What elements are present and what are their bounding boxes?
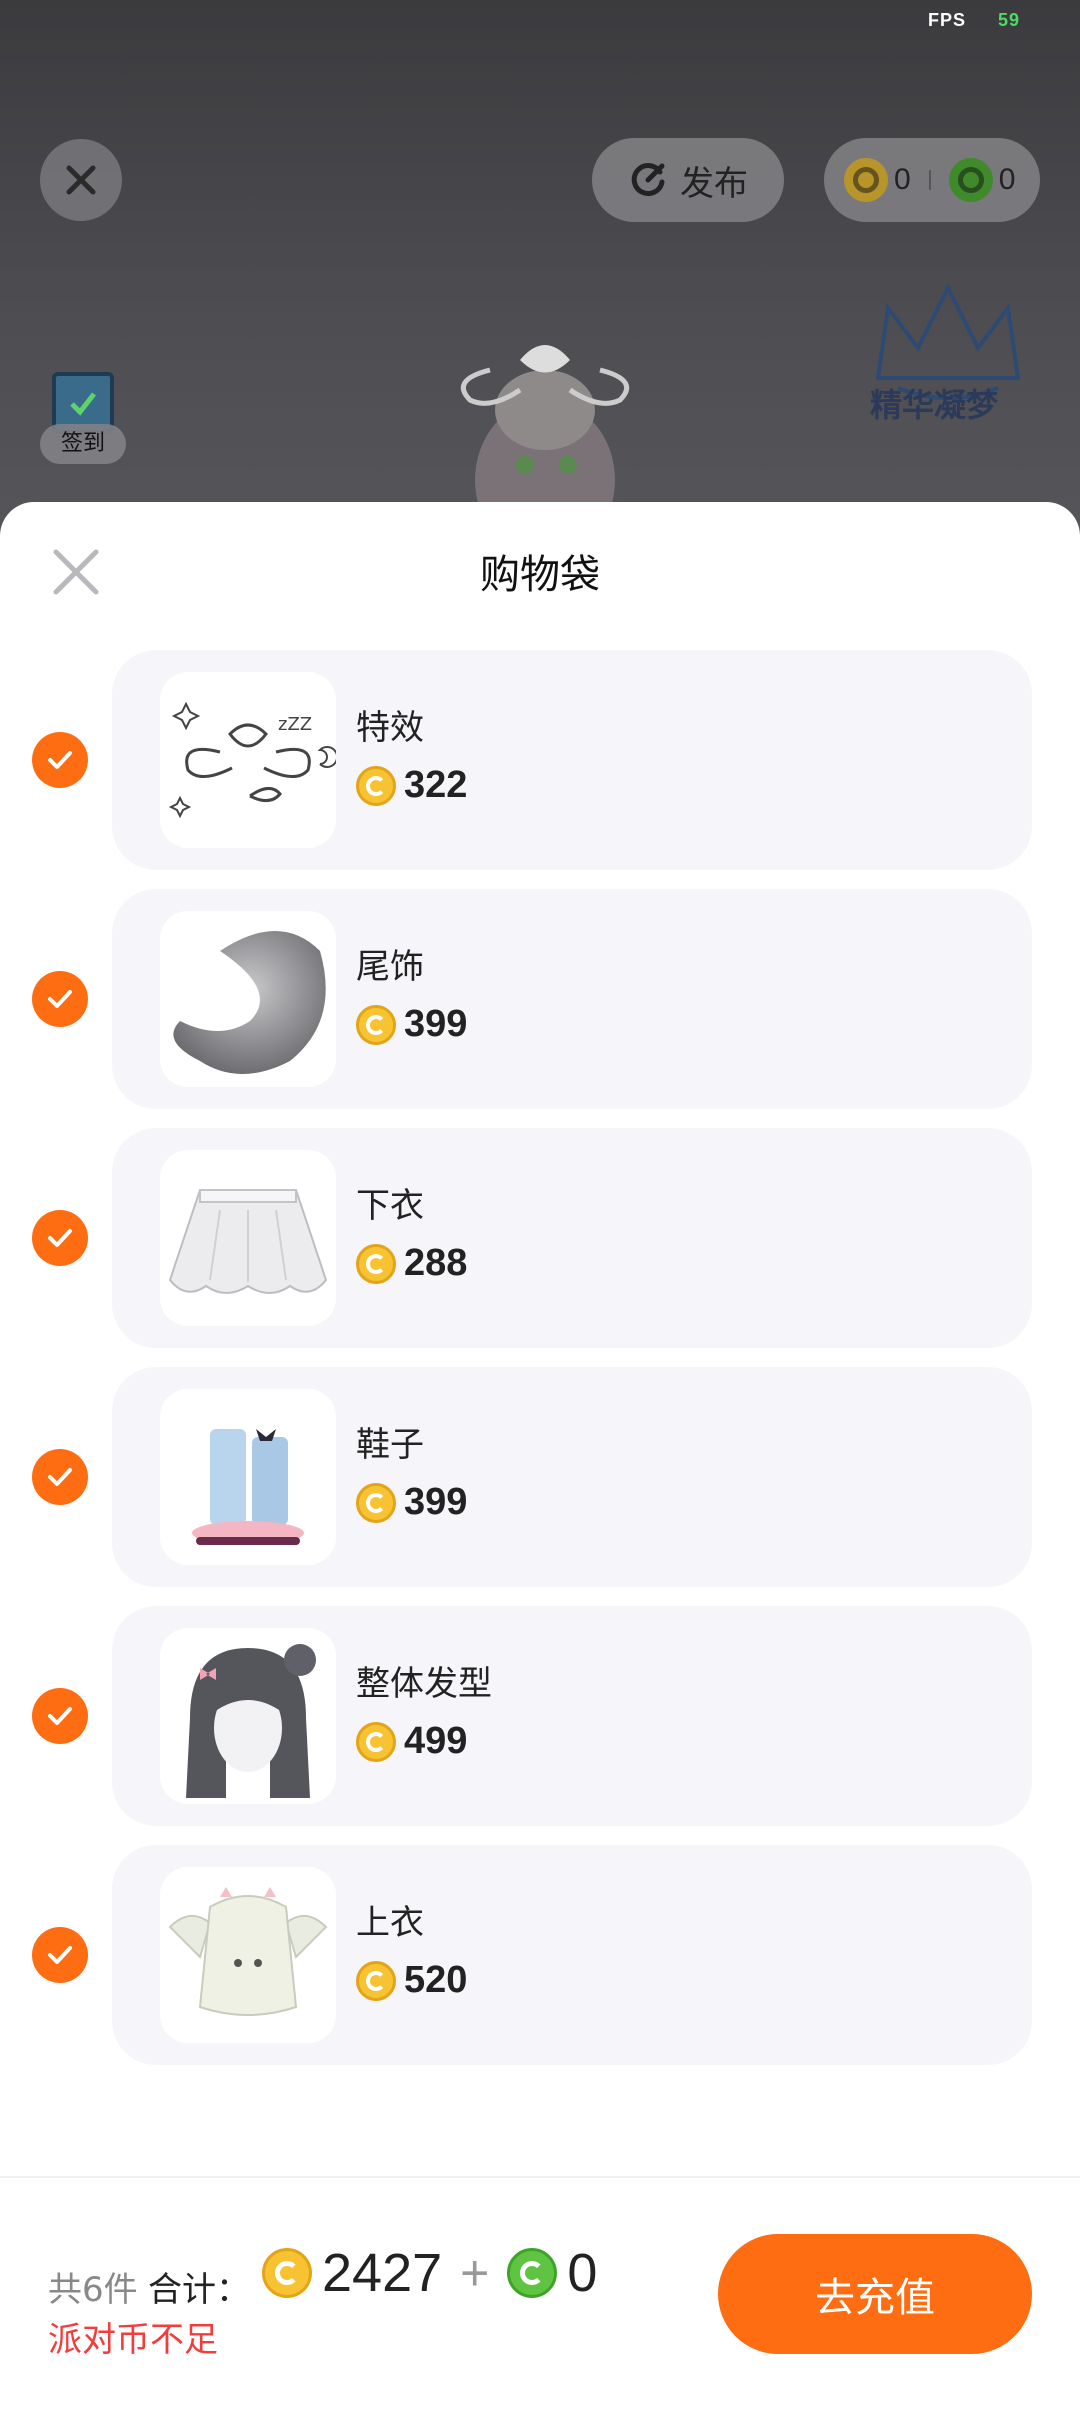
checkmark-icon [48,1707,72,1725]
signin-label: 签到 [40,424,126,464]
green-coin-icon [948,158,993,202]
item-checkbox[interactable] [32,1688,88,1744]
skirt-image [168,1189,328,1294]
close-scene-button[interactable] [40,139,122,221]
item-checkbox[interactable] [32,1449,88,1505]
item-price: 322 [356,764,467,807]
item-name: 整体发型 [356,1664,492,1704]
gold-total: 2427 [322,2243,443,2303]
item-name: 特效 [356,708,424,748]
item-card[interactable]: zZZ 特效 322 [112,650,1032,870]
item-checkbox[interactable] [32,1927,88,1983]
green-total: 0 [567,2243,598,2303]
insufficient-balance-warning: 派对币不足 [48,2320,218,2360]
total-amount: 2427 + 0 [262,2242,597,2304]
item-price: 520 [356,1959,467,2002]
background-scene: FPS 59 发布 0 0 精华凝梦 签到 [0,0,1080,540]
crown-caption: 精华凝梦 [870,386,999,424]
item-checkbox[interactable] [32,971,88,1027]
item-name: 上衣 [356,1903,424,1943]
item-thumbnail [160,911,336,1087]
item-name: 下衣 [356,1186,424,1226]
gold-coin-icon [356,1482,396,1523]
fps-counter: FPS 59 [928,10,1020,31]
cart-item-hairstyle: 整体发型 499 [0,1606,1080,1826]
top-image [168,1887,328,2016]
item-thumbnail [160,1867,336,2043]
item-thumbnail [160,1389,336,1565]
svg-text:zZZ: zZZ [278,714,312,735]
cart-item-shoes: 鞋子 399 [0,1367,1080,1587]
hairstyle-image [186,1644,316,1798]
gold-coin-icon [356,1243,396,1284]
effect-image: zZZ [168,701,336,819]
fps-value: 59 [998,10,1021,30]
currency-balance[interactable]: 0 0 [824,138,1040,222]
cart-item-tail: 尾饰 399 [0,889,1080,1109]
item-card[interactable]: 鞋子 399 [112,1367,1032,1587]
fps-label: FPS [928,10,967,30]
item-thumbnail [160,1628,336,1804]
green-balance: 0 [998,163,1016,196]
cart-item-effect: zZZ 特效 322 [0,650,1080,870]
checkmark-icon [48,990,72,1008]
publish-label: 发布 [680,163,748,204]
shopping-bag-sheet: 购物袋 zZZ 特效 322 尾饰 399 下衣 288 鞋子 399 整体发型… [0,502,1080,2412]
item-price: 399 [356,1003,467,1046]
close-icon [66,165,96,195]
item-price-value: 520 [404,1959,468,2001]
checkmark-icon [48,1946,72,1964]
recharge-button[interactable]: 去充值 [718,2234,1032,2354]
shoes-image [192,1429,304,1545]
item-name: 鞋子 [356,1425,424,1465]
gold-coin-icon [356,765,396,806]
item-thumbnail: zZZ [160,672,336,848]
checkout-footer: 共6件 合计： 2427 + 0 派对币不足 去充值 [0,2178,1080,2412]
cart-item-bottoms: 下衣 288 [0,1128,1080,1348]
item-checkbox[interactable] [32,732,88,788]
item-count: 共6件 [48,2270,138,2310]
gold-coin-icon [262,2248,312,2298]
item-card[interactable]: 上衣 520 [112,1845,1032,2065]
total-label: 合计： [148,2270,250,2310]
item-price: 288 [356,1242,467,1285]
gold-coin-icon [844,158,888,202]
publish-icon [631,163,665,197]
item-price-value: 399 [404,1003,468,1045]
gold-coin-icon [356,1960,396,2001]
checkmark-icon [48,751,72,769]
item-price-value: 399 [404,1481,468,1523]
signin-button[interactable]: 签到 [40,372,126,468]
cart-item-top: 上衣 520 [0,1845,1080,2065]
checkmark-icon [48,1468,72,1486]
sheet-title: 购物袋 [480,552,600,598]
green-coin-icon [507,2248,558,2298]
item-price: 399 [356,1481,467,1524]
gold-coin-icon [356,1004,396,1045]
item-card[interactable]: 尾饰 399 [112,889,1032,1109]
gold-balance: 0 [894,163,911,196]
plus-sign: + [460,2245,490,2301]
publish-button[interactable]: 发布 [592,138,784,222]
tail-image [173,931,326,1074]
item-price-value: 288 [404,1242,468,1284]
item-price-value: 322 [404,764,468,806]
checkmark-icon [48,1229,72,1247]
item-card[interactable]: 下衣 288 [112,1128,1032,1348]
item-price-value: 499 [404,1720,468,1762]
item-thumbnail [160,1150,336,1326]
item-name: 尾饰 [356,947,424,987]
divider [928,170,931,190]
item-price: 499 [356,1720,467,1763]
gold-coin-icon [356,1721,396,1762]
item-checkbox[interactable] [32,1210,88,1266]
item-card[interactable]: 整体发型 499 [112,1606,1032,1826]
